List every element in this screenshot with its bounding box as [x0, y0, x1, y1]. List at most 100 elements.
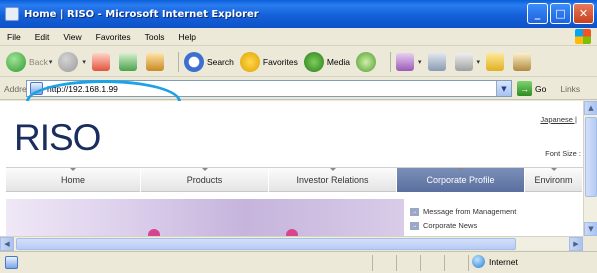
- scroll-right-button[interactable]: ▶: [569, 237, 583, 251]
- menu-help[interactable]: Help: [171, 32, 202, 42]
- favorites-label: Favorites: [262, 56, 298, 67]
- edit-button[interactable]: ▾: [454, 52, 481, 71]
- sub-link-label[interactable]: Corporate News: [423, 221, 477, 230]
- status-divider: [468, 255, 469, 271]
- zone-label: Internet: [489, 256, 518, 267]
- menu-file[interactable]: File: [0, 32, 28, 42]
- go-button[interactable]: → Go: [517, 81, 546, 96]
- forward-button[interactable]: ▾: [58, 51, 86, 72]
- address-input[interactable]: http://192.168.1.99 ▼: [26, 80, 512, 97]
- security-zone[interactable]: Internet: [472, 255, 518, 268]
- status-bar: Internet: [0, 251, 597, 273]
- chevron-down-icon[interactable]: ▾: [82, 58, 86, 66]
- links-button[interactable]: Links: [560, 84, 580, 94]
- media-button[interactable]: Media: [303, 51, 350, 72]
- scroll-left-button[interactable]: ◀: [0, 237, 14, 251]
- search-button[interactable]: Search: [183, 51, 234, 72]
- media-label: Media: [326, 56, 350, 67]
- ie-icon: [5, 7, 19, 21]
- status-divider: [372, 255, 373, 271]
- folder-icon: [486, 52, 505, 71]
- web-page: RISO Japanese | Font Size : Home Product…: [0, 101, 583, 236]
- back-arrow-icon: [6, 51, 26, 72]
- language-link-label[interactable]: Japanese: [540, 115, 573, 124]
- vertical-scrollbar[interactable]: ▲ ▼: [583, 101, 597, 236]
- go-arrow-icon: →: [517, 81, 532, 96]
- sub-links: → Message from Management → Corporate Ne…: [410, 207, 516, 235]
- window-controls: _ □ ✕: [527, 3, 594, 24]
- horizontal-scrollbar[interactable]: ◀ ▶: [0, 236, 583, 251]
- nav-products[interactable]: Products: [141, 168, 269, 192]
- page-icon: [30, 82, 43, 95]
- decorative-dot: [286, 229, 298, 236]
- globe-icon: [472, 255, 485, 268]
- mail-icon: [396, 52, 414, 71]
- stop-icon: [91, 52, 110, 71]
- address-bar: Address http://192.168.1.99 ▼ → Go Links: [0, 78, 597, 100]
- riso-logo[interactable]: RISO: [14, 117, 101, 159]
- status-divider: [420, 255, 421, 271]
- history-icon: [356, 51, 376, 72]
- home-button[interactable]: [145, 52, 167, 71]
- back-button[interactable]: Back ▾: [6, 51, 53, 72]
- minimize-button[interactable]: _: [527, 3, 548, 24]
- chevron-down-icon[interactable]: ▾: [418, 58, 422, 66]
- maximize-button[interactable]: □: [550, 3, 571, 24]
- nav-investor-relations[interactable]: Investor Relations: [269, 168, 397, 192]
- address-label: Address: [4, 83, 26, 94]
- folder-button[interactable]: [486, 52, 507, 71]
- standard-toolbar: Back ▾ ▾ Search Favorites Media ▾ ▾: [0, 47, 597, 77]
- browser-window: Home | RISO - Microsoft Internet Explore…: [0, 0, 597, 273]
- horizontal-scroll-thumb[interactable]: [16, 238, 516, 250]
- scroll-up-button[interactable]: ▲: [584, 101, 597, 115]
- print-button[interactable]: [427, 52, 449, 71]
- menu-view[interactable]: View: [56, 32, 88, 42]
- language-link[interactable]: Japanese |: [540, 115, 577, 124]
- stop-button[interactable]: [91, 52, 113, 71]
- nav-corporate-profile[interactable]: Corporate Profile: [397, 168, 525, 192]
- back-label: Back: [29, 56, 48, 67]
- vertical-scroll-thumb[interactable]: [585, 117, 597, 197]
- messenger-icon: [513, 52, 532, 71]
- hero-banner: [6, 199, 404, 236]
- sub-link-label[interactable]: Message from Management: [423, 207, 516, 216]
- font-size-label: Font Size :: [545, 149, 581, 158]
- site-nav: Home Products Investor Relations Corpora…: [6, 167, 583, 192]
- status-divider: [396, 255, 397, 271]
- printer-icon: [427, 52, 446, 71]
- messenger-button[interactable]: [513, 52, 534, 71]
- chevron-down-icon[interactable]: ▾: [49, 58, 53, 66]
- decorative-dot: [148, 229, 160, 236]
- history-button[interactable]: [356, 51, 379, 72]
- chevron-down-icon[interactable]: ▼: [496, 81, 511, 96]
- sub-link-news[interactable]: → Corporate News: [410, 221, 516, 230]
- sub-link-message[interactable]: → Message from Management: [410, 207, 516, 216]
- forward-arrow-icon: [58, 51, 79, 72]
- refresh-icon: [118, 52, 137, 71]
- windows-logo-icon: [575, 29, 591, 44]
- page-icon: [5, 256, 18, 269]
- mail-button[interactable]: ▾: [396, 52, 422, 71]
- scroll-down-button[interactable]: ▼: [584, 222, 597, 236]
- star-icon: [239, 51, 260, 72]
- title-bar[interactable]: Home | RISO - Microsoft Internet Explore…: [0, 0, 597, 28]
- chevron-down-icon[interactable]: ▾: [477, 58, 481, 66]
- home-icon: [145, 52, 164, 71]
- toolbar-separator: [390, 51, 391, 72]
- refresh-button[interactable]: [118, 52, 140, 71]
- media-icon: [303, 51, 324, 72]
- menu-bar: File Edit View Favorites Tools Help: [0, 28, 597, 46]
- status-divider: [444, 255, 445, 271]
- favorites-button[interactable]: Favorites: [239, 51, 298, 72]
- nav-home[interactable]: Home: [6, 168, 141, 192]
- arrow-right-icon: →: [410, 207, 419, 216]
- menu-favorites[interactable]: Favorites: [89, 32, 138, 42]
- menu-tools[interactable]: Tools: [138, 32, 172, 42]
- menu-edit[interactable]: Edit: [28, 32, 57, 42]
- search-icon: [183, 51, 204, 72]
- close-button[interactable]: ✕: [573, 3, 594, 24]
- window-title: Home | RISO - Microsoft Internet Explore…: [24, 8, 259, 20]
- nav-environment[interactable]: Environm: [525, 168, 583, 192]
- search-label: Search: [206, 56, 234, 67]
- address-url[interactable]: http://192.168.1.99: [47, 84, 118, 94]
